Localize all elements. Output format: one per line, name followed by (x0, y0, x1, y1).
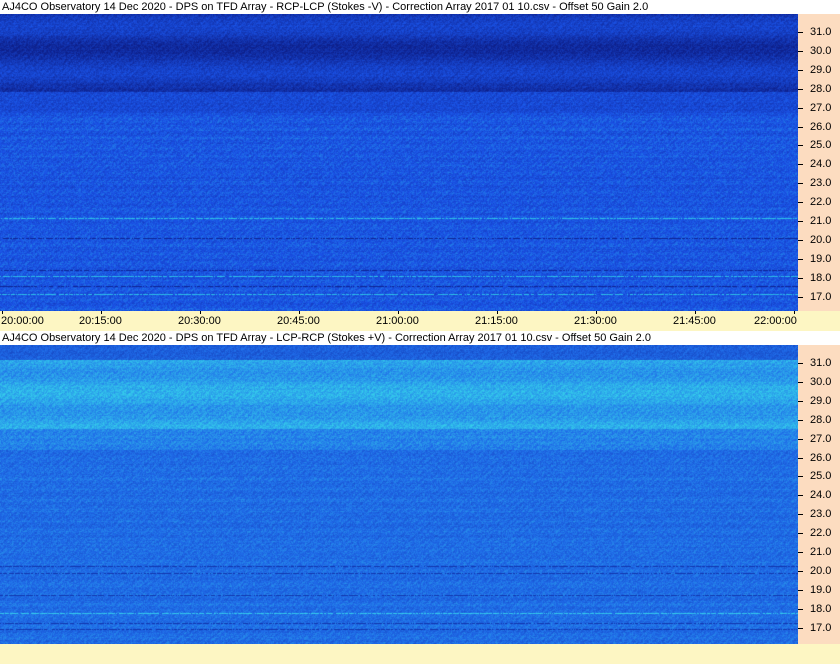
bottom-frequency-axis: 31.0 30.0 29.0 28.0 27.0 26.0 25.0 24.0 23.0 22.0… (798, 345, 840, 644)
bottom-freq-label: 29.0 (810, 394, 832, 407)
top-freq-label: 23.0 (810, 177, 832, 190)
top-freq-tick (798, 296, 803, 298)
top-freq-tick (798, 88, 803, 90)
bottom-panel-title: AJ4CO Observatory 14 Dec 2020 - DPS on T… (0, 331, 840, 345)
top-freq-label: 19.0 (810, 252, 832, 265)
time-axis: 20:00:00 20:15:00 20:30:00 20:45:00 21:00:00… (0, 311, 840, 331)
bottom-freq-label: 30.0 (810, 375, 832, 388)
time-label: 20:30:00 (178, 315, 221, 327)
bottom-freq-label: 31.0 (810, 357, 832, 369)
bottom-freq-label: 23.0 (810, 508, 832, 521)
bottom-freq-label: 19.0 (810, 583, 832, 596)
bottom-spectrogram[interactable] (0, 345, 798, 644)
bottom-freq-label: 26.0 (810, 451, 832, 464)
time-tick (398, 311, 399, 314)
top-freq-tick (798, 221, 803, 222)
bottom-freq-label: 20.0 (810, 564, 832, 577)
bottom-freq-tick (798, 438, 803, 440)
time-tick (2, 311, 3, 314)
top-freq-label: 21.0 (810, 215, 832, 227)
top-freq-tick (798, 277, 803, 279)
top-freq-label: 17.0 (810, 290, 832, 303)
top-freq-label: 22.0 (810, 196, 832, 209)
top-panel-title: AJ4CO Observatory 14 Dec 2020 - DPS on T… (0, 0, 840, 14)
bottom-freq-tick (798, 533, 803, 535)
bottom-freq-tick (798, 608, 803, 610)
time-label: 21:00:00 (376, 315, 419, 327)
bottom-time-axis-strip (0, 644, 840, 664)
bottom-freq-tick (798, 363, 803, 364)
bottom-freq-label: 18.0 (810, 602, 832, 615)
top-freq-tick (798, 50, 803, 52)
time-tick (299, 311, 300, 314)
bottom-freq-tick (798, 457, 803, 459)
bottom-freq-label: 22.0 (810, 527, 832, 540)
time-label: 21:15:00 (475, 315, 518, 327)
time-tick (101, 311, 102, 314)
top-freq-tick (798, 126, 803, 128)
top-freq-tick (798, 107, 803, 109)
time-tick (596, 311, 597, 314)
top-freq-label: 31.0 (810, 26, 832, 38)
time-tick (497, 311, 498, 314)
time-label: 20:00:00 (1, 315, 44, 327)
time-label: 22:00:00 (754, 315, 797, 327)
time-tick (200, 311, 201, 314)
bottom-freq-tick (798, 514, 803, 516)
top-frequency-axis: 31.0 30.0 29.0 28.0 27.0 26.0 25.0 24.0 23.0 22.0… (798, 14, 840, 311)
bottom-freq-tick (798, 589, 803, 591)
top-freq-tick (798, 145, 803, 147)
time-label: 21:45:00 (673, 315, 716, 327)
top-freq-tick (798, 69, 803, 71)
bottom-freq-label: 21.0 (810, 546, 832, 558)
top-freq-tick (798, 164, 803, 166)
bottom-freq-tick (798, 627, 803, 629)
top-freq-tick (798, 258, 803, 260)
time-tick (794, 311, 795, 314)
top-freq-label: 29.0 (810, 63, 832, 76)
top-freq-tick (798, 202, 803, 204)
top-freq-label: 28.0 (810, 82, 832, 95)
bottom-freq-tick (798, 419, 803, 421)
top-freq-tick (798, 32, 803, 33)
bottom-freq-label: 27.0 (810, 432, 832, 445)
top-freq-label: 26.0 (810, 120, 832, 133)
bottom-freq-tick (798, 400, 803, 402)
top-freq-label: 24.0 (810, 158, 832, 171)
top-freq-label: 20.0 (810, 233, 832, 246)
time-label: 20:45:00 (277, 315, 320, 327)
top-spectrogram[interactable] (0, 14, 798, 311)
time-label: 21:30:00 (574, 315, 617, 327)
top-freq-tick (798, 183, 803, 185)
bottom-freq-tick (798, 552, 803, 553)
time-label: 20:15:00 (79, 315, 122, 327)
top-freq-label: 18.0 (810, 271, 832, 284)
bottom-freq-tick (798, 476, 803, 478)
top-freq-label: 27.0 (810, 101, 832, 114)
bottom-freq-tick (798, 495, 803, 497)
bottom-freq-tick (798, 381, 803, 383)
bottom-freq-label: 25.0 (810, 470, 832, 483)
bottom-freq-label: 24.0 (810, 489, 832, 502)
top-freq-label: 30.0 (810, 44, 832, 57)
top-freq-label: 25.0 (810, 139, 832, 152)
time-tick (695, 311, 696, 314)
bottom-freq-label: 28.0 (810, 413, 832, 426)
bottom-freq-tick (798, 570, 803, 572)
bottom-freq-label: 17.0 (810, 621, 832, 634)
top-freq-tick (798, 239, 803, 241)
